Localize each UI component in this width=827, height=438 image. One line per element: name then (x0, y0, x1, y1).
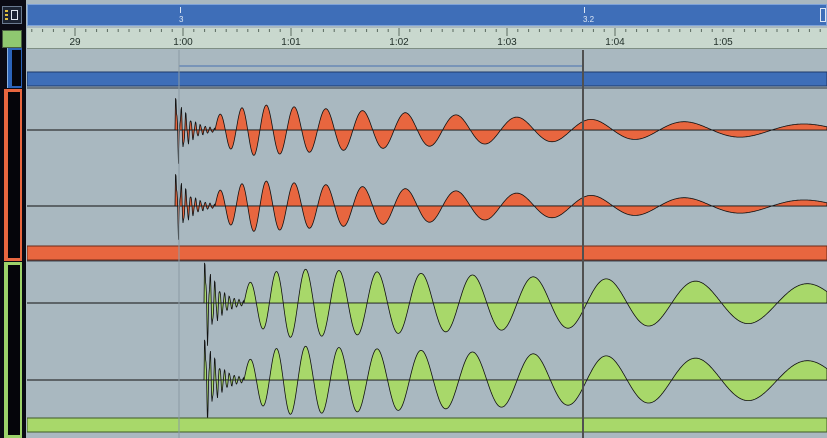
ruler-label: 1:00 (173, 37, 193, 48)
ruler-label: 1:02 (389, 37, 409, 48)
marker-tick-right (584, 7, 585, 13)
frame-icon (11, 10, 18, 20)
marker-end-handle[interactable] (820, 8, 826, 22)
ruler-corner-button[interactable] (2, 30, 22, 48)
track-header-audio-2[interactable] (4, 262, 22, 438)
waveform-audio-1-right (174, 174, 827, 240)
ruler-label: 1:01 (281, 37, 301, 48)
audio-1-region-bar (27, 245, 827, 261)
track-header-inner (8, 265, 20, 435)
ruler-label: 1:03 (497, 37, 517, 48)
ruler-label: 1:04 (605, 37, 625, 48)
ruler-label: 1:05 (713, 37, 733, 48)
waveform-audio-2-left (203, 262, 827, 346)
track-header-audio-1[interactable] (4, 89, 22, 261)
marker-label-right: 3.2 (583, 15, 595, 24)
marker-bar[interactable]: 3 3.2 (27, 4, 827, 26)
marker-track-region (27, 71, 827, 87)
marker-tick-left (180, 7, 181, 13)
waveform-canvas[interactable] (27, 50, 827, 438)
time-ruler[interactable]: 29 1:00 1:01 1:02 1:03 1:04 1:05 (27, 28, 827, 49)
track-header-marker[interactable] (7, 48, 22, 88)
ruler-ticks (31, 28, 821, 36)
waveform-audio-1-left (174, 98, 827, 164)
waveform-audio-2-right (203, 339, 827, 423)
audio-2-region-bar (27, 417, 827, 433)
track-header-inner (8, 92, 20, 258)
track-header-inner (12, 50, 21, 86)
arrange-area[interactable] (27, 50, 827, 438)
marker-label-left: 3 (179, 15, 184, 24)
window-restore-icon[interactable] (2, 6, 22, 24)
grip-icon (5, 10, 8, 20)
ruler-label: 29 (69, 37, 81, 48)
